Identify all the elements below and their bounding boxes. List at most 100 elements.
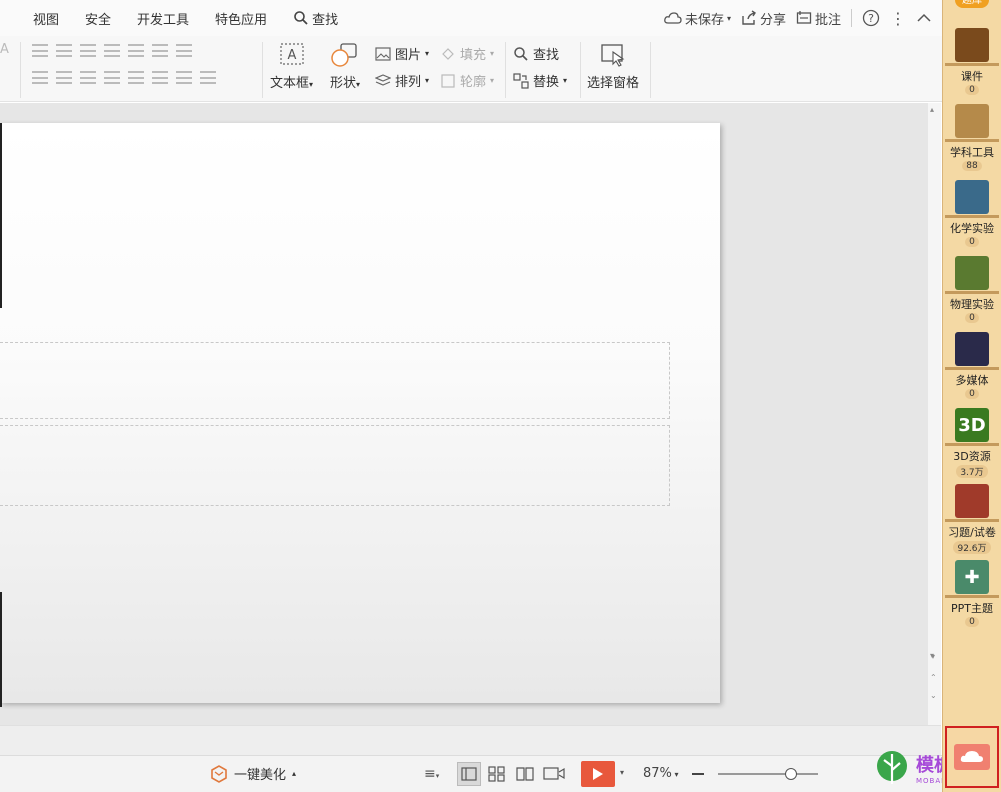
comment-button[interactable]: 批注 (796, 9, 841, 28)
zoom-out-icon[interactable] (692, 773, 704, 775)
cloud-icon (664, 12, 682, 24)
sidebar-item-count: 3.7万 (956, 465, 988, 478)
menu-view[interactable]: 视图 (20, 9, 72, 28)
sidebar-item[interactable]: 3D 3D资源 3.7万 (943, 408, 1001, 478)
font-grow-icon[interactable]: A (0, 42, 9, 57)
increase-indent-icon[interactable] (104, 44, 120, 57)
sidebar-item-label: 物理实验 (950, 298, 994, 311)
slide[interactable] (0, 123, 720, 703)
search-icon (294, 11, 308, 25)
question-bank-badge[interactable]: 题库 (955, 0, 989, 8)
sidebar-item-label: 多媒体 (955, 374, 989, 387)
help-icon[interactable]: ? (862, 9, 880, 27)
outline-button[interactable]: 轮廓 ▾ (440, 71, 494, 90)
replace-button[interactable]: 替换 ▾ (513, 71, 567, 90)
sidebar-item[interactable]: ✚ PPT主题 0 (943, 560, 1001, 627)
picture-label: 图片 (395, 48, 422, 63)
paragraph-spacing-icon[interactable] (176, 71, 192, 84)
textbox-button[interactable]: A 文本框▾ (270, 42, 313, 91)
shape-button[interactable]: 形状▾ (330, 42, 360, 91)
exercise-icon (955, 484, 989, 518)
decrease-indent-icon[interactable] (80, 44, 96, 57)
tree-logo-icon (877, 751, 907, 784)
sidebar-item-count: 0 (965, 617, 979, 627)
prev-slide-icon[interactable]: ⌃ (930, 673, 937, 682)
sidebar-selected-item[interactable] (945, 726, 999, 788)
share-icon (742, 10, 756, 25)
sidebar-item-count: 0 (965, 85, 979, 95)
shelf-divider (945, 63, 999, 66)
search-icon (514, 46, 528, 61)
presenter-view-icon[interactable] (543, 766, 565, 782)
align-right-icon[interactable] (80, 71, 96, 84)
arrange-button[interactable]: 排列 ▾ (375, 71, 429, 90)
chevron-down-icon: ▾ (726, 13, 731, 23)
divider (20, 42, 21, 98)
distribute-icon[interactable] (128, 71, 144, 84)
comment-label: 批注 (814, 12, 841, 28)
share-button[interactable]: 分享 (741, 9, 786, 28)
sidebar-item[interactable]: 多媒体 0 (943, 332, 1001, 399)
more-options-icon[interactable]: ⋮ (890, 9, 906, 28)
slideshow-options-icon[interactable]: ▾ (620, 768, 624, 777)
sidebar-item[interactable]: 物理实验 0 (943, 256, 1001, 323)
beautify-label: 一键美化 (234, 768, 287, 783)
convert-smartart-icon[interactable] (176, 44, 192, 57)
menu-developer-tools[interactable]: 开发工具 (124, 9, 202, 28)
text-direction-icon[interactable] (128, 44, 144, 57)
justify-icon[interactable] (104, 71, 120, 84)
picture-button[interactable]: 图片 ▾ (375, 44, 429, 63)
bullet-list-icon[interactable] (32, 44, 48, 57)
shape-label: 形状 (330, 76, 357, 91)
scroll-up-icon[interactable]: ▴ (930, 105, 934, 114)
selection-pane-icon (601, 44, 625, 67)
play-icon (593, 768, 603, 780)
sidebar-item[interactable]: 学科工具 88 (943, 104, 1001, 171)
beautify-button[interactable]: 一键美化 ▴ (210, 764, 296, 783)
sidebar-item[interactable]: 课件 0 (943, 28, 1001, 95)
menu-security[interactable]: 安全 (72, 9, 124, 28)
reading-view-icon[interactable] (516, 766, 534, 782)
align-text-icon[interactable] (152, 44, 168, 57)
menu-search-label: 查找 (312, 12, 339, 28)
sidebar-item[interactable]: 化学实验 0 (943, 180, 1001, 247)
slide-sorter-icon[interactable] (488, 766, 506, 782)
physics-icon (955, 256, 989, 290)
numbered-list-icon[interactable] (56, 44, 72, 57)
sidebar-scroll-down-icon[interactable]: ▾ (931, 652, 935, 661)
sidebar-item-label: 学科工具 (950, 146, 994, 159)
notes-area[interactable] (0, 725, 941, 755)
next-slide-icon[interactable]: ⌄ (930, 691, 937, 700)
zoom-level[interactable]: 87% ▾ (643, 766, 678, 781)
shelf-divider (945, 215, 999, 218)
collapse-ribbon-icon[interactable] (916, 10, 932, 26)
fill-button[interactable]: 填充 ▾ (440, 44, 494, 63)
slideshow-button[interactable] (581, 761, 615, 787)
align-left-icon[interactable] (32, 71, 48, 84)
beautify-icon (211, 764, 227, 783)
selection-pane-button[interactable]: 选择窗格 (587, 42, 639, 91)
columns-icon[interactable] (200, 71, 216, 84)
line-spacing-icon[interactable] (152, 71, 168, 84)
divider (580, 42, 581, 98)
notes-toggle-icon[interactable]: ≡▾ (424, 766, 439, 782)
sidebar-item-count: 92.6万 (953, 541, 991, 554)
zoom-slider[interactable] (718, 768, 818, 780)
find-button[interactable]: 查找 (513, 44, 559, 63)
subtitle-placeholder[interactable] (0, 425, 670, 506)
sidebar-item-label: 3D资源 (953, 450, 991, 463)
normal-view-icon[interactable] (457, 762, 481, 786)
vertical-scrollbar[interactable]: ▴ ▾ ⌃ ⌄ (928, 103, 941, 725)
title-placeholder[interactable] (0, 342, 670, 419)
multimedia-icon (955, 332, 989, 366)
cloud-resource-icon (954, 744, 990, 770)
zoom-slider-thumb[interactable] (785, 768, 797, 780)
align-center-icon[interactable] (56, 71, 72, 84)
paragraph-row-1 (32, 44, 192, 57)
sidebar-item-count: 0 (965, 389, 979, 399)
sidebar-item[interactable]: 习题/试卷 92.6万 (943, 484, 1001, 554)
shelf-divider (945, 291, 999, 294)
menu-search-button[interactable]: 查找 (280, 9, 351, 28)
menu-special-apps[interactable]: 特色应用 (202, 9, 280, 28)
unsaved-status-button[interactable]: 未保存 ▾ (664, 9, 731, 28)
